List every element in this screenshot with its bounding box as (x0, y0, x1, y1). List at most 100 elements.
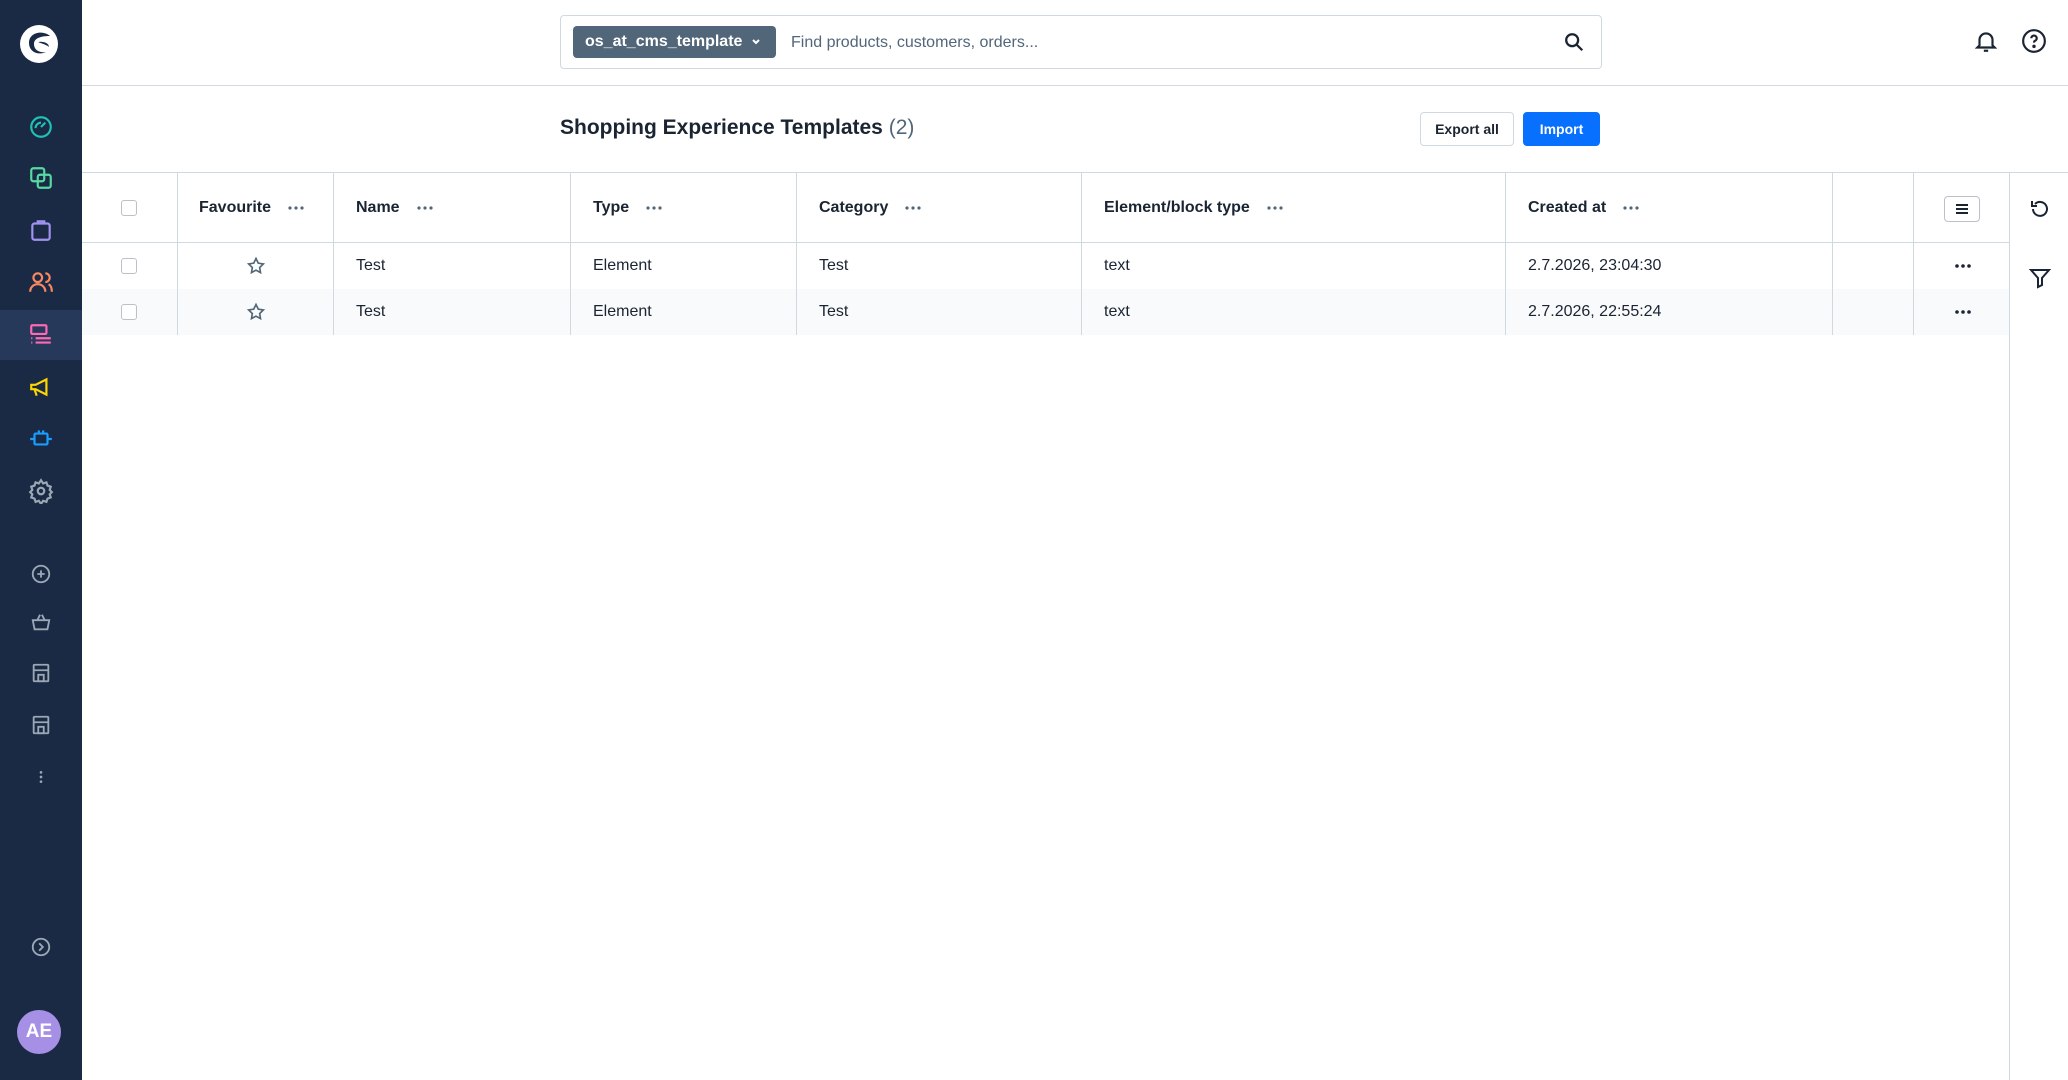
column-header-category[interactable]: Category (819, 173, 922, 242)
user-avatar[interactable]: AE (17, 1010, 61, 1054)
column-divider (1913, 173, 1914, 335)
filter-icon[interactable] (2028, 266, 2052, 290)
sidebar-item-catalogues[interactable] (0, 153, 82, 203)
column-label: Category (819, 198, 889, 216)
column-label: Element/block type (1104, 198, 1250, 216)
cell-name[interactable]: Test (356, 243, 385, 288)
row-actions-button[interactable] (1954, 243, 1972, 288)
sidebar-item-more[interactable] (0, 752, 82, 802)
dashboard-icon (30, 116, 52, 138)
column-divider (1832, 173, 1833, 335)
column-divider (1081, 173, 1082, 335)
search-input[interactable] (791, 28, 1551, 58)
sidebar-item-orders[interactable] (0, 205, 82, 255)
sidebar-item-storefront-2[interactable] (0, 700, 82, 750)
search-type-label: os_at_cms_template (585, 33, 743, 50)
sidebar-item-customers[interactable] (0, 257, 82, 307)
column-divider (1505, 173, 1506, 335)
admin-sidebar: AE (0, 0, 82, 1080)
bell-icon[interactable] (1973, 28, 1999, 54)
sidebar-item-sales-channel[interactable] (0, 597, 82, 647)
top-bar: os_at_cms_template (82, 0, 2068, 86)
column-divider (796, 173, 797, 335)
more-horizontal-icon[interactable] (1266, 205, 1284, 211)
row-checkbox[interactable] (121, 243, 137, 288)
marketing-icon (30, 377, 48, 397)
page-title-count: (2) (888, 116, 915, 139)
sidebar-item-settings[interactable] (0, 466, 82, 516)
orders-icon (31, 220, 51, 241)
grid-settings-button[interactable] (1944, 196, 1980, 222)
chevron-down-icon (752, 39, 760, 45)
cell-category: Test (819, 256, 849, 274)
star-icon (246, 302, 266, 320)
row-actions-button[interactable] (1954, 289, 1972, 334)
cell-type: Element (593, 256, 652, 274)
page-title: Shopping Experience Templates (2) (560, 116, 914, 140)
menu-icon (1956, 204, 1968, 214)
more-horizontal-icon (1955, 309, 1971, 314)
search-type-select[interactable]: os_at_cms_template (573, 26, 776, 58)
column-header-created-at[interactable]: Created at (1528, 173, 1640, 242)
search-icon[interactable] (1563, 31, 1585, 53)
column-header-type[interactable]: Type (593, 173, 663, 242)
column-label: Favourite (199, 198, 272, 216)
more-horizontal-icon (1955, 263, 1971, 268)
favourite-toggle[interactable] (246, 243, 266, 288)
extensions-icon (30, 430, 52, 446)
cell-element-type: text (1104, 302, 1130, 320)
smart-bar: Shopping Experience Templates (2) Export… (82, 86, 2068, 173)
grid-header-row: Favourite Name Type Category Element/blo… (82, 173, 2009, 243)
customers-icon (29, 272, 53, 292)
right-sidebar (2009, 173, 2068, 1080)
sidebar-item-dashboard[interactable] (0, 102, 82, 152)
table-row[interactable]: Test Element Test text 2.7.2026, 22:55:2… (82, 289, 2009, 335)
refresh-icon[interactable] (2028, 197, 2052, 221)
column-header-name[interactable]: Name (356, 173, 434, 242)
content-icon (30, 324, 51, 344)
cell-created-at: 2.7.2026, 22:55:24 (1528, 302, 1662, 320)
select-all-checkbox[interactable] (121, 173, 137, 242)
help-icon[interactable] (2021, 28, 2047, 54)
sidebar-item-storefront-1[interactable] (0, 648, 82, 698)
shopware-logo-icon[interactable] (19, 24, 59, 64)
column-header-element-block-type[interactable]: Element/block type (1104, 173, 1284, 242)
cell-name[interactable]: Test (356, 289, 385, 334)
add-circle-icon (31, 564, 51, 584)
storefront-icon (32, 715, 50, 735)
row-checkbox[interactable] (121, 289, 137, 334)
sidebar-item-marketing[interactable] (0, 362, 82, 412)
column-divider (177, 173, 178, 335)
sidebar-item-extensions[interactable] (0, 414, 82, 464)
more-horizontal-icon[interactable] (416, 205, 434, 211)
storefront-icon (32, 663, 50, 683)
table-row[interactable]: Test Element Test text 2.7.2026, 23:04:3… (82, 243, 2009, 289)
column-label: Created at (1528, 198, 1607, 216)
more-horizontal-icon[interactable] (645, 205, 663, 211)
cell-type: Element (593, 302, 652, 320)
import-button[interactable]: Import (1523, 112, 1600, 146)
column-divider (570, 173, 571, 335)
column-label: Name (356, 198, 400, 216)
more-horizontal-icon[interactable] (1622, 205, 1640, 211)
global-search: os_at_cms_template (560, 15, 1602, 69)
page-title-text: Shopping Experience Templates (560, 116, 883, 139)
column-label: Type (593, 198, 630, 216)
template-grid: Favourite Name Type Category Element/blo… (82, 173, 2009, 335)
column-divider (333, 173, 334, 335)
sidebar-collapse-toggle[interactable] (0, 922, 82, 972)
basket-icon (31, 614, 51, 631)
more-vertical-icon (39, 771, 43, 783)
sidebar-item-add[interactable] (0, 549, 82, 599)
star-icon (246, 256, 266, 274)
more-horizontal-icon[interactable] (904, 205, 922, 211)
sidebar-item-content[interactable] (0, 310, 82, 360)
collapse-icon (31, 937, 51, 957)
settings-icon (28, 478, 54, 504)
more-horizontal-icon[interactable] (287, 205, 305, 211)
export-all-button[interactable]: Export all (1420, 112, 1514, 146)
favourite-toggle[interactable] (246, 289, 266, 334)
cell-category: Test (819, 302, 849, 320)
column-header-favourite[interactable]: Favourite (199, 173, 305, 242)
catalogue-icon (30, 167, 52, 189)
